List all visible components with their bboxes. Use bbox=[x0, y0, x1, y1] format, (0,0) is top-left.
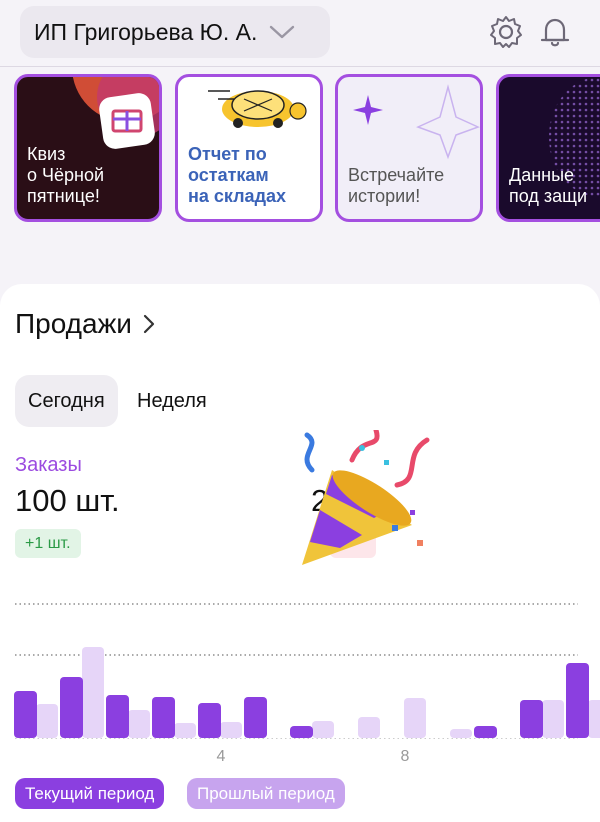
header-divider bbox=[0, 66, 600, 67]
party-popper-icon bbox=[302, 430, 430, 565]
bar-current-period bbox=[14, 691, 37, 738]
orders-delta-badge: +1 шт. bbox=[15, 529, 81, 558]
tab-today[interactable]: Сегодня bbox=[15, 375, 118, 427]
bar-previous-period bbox=[404, 698, 426, 738]
legend-previous-period[interactable]: Прошлый период bbox=[187, 778, 345, 809]
chevron-down-icon bbox=[269, 24, 295, 40]
stories-carousel: Квиз о Чёрной пятнице! Отчет по остаткам… bbox=[0, 74, 600, 224]
tab-week[interactable]: Неделя bbox=[124, 375, 220, 427]
story-stock-report[interactable]: Отчет по остаткам на складах bbox=[175, 74, 323, 222]
bar-current-period bbox=[152, 697, 175, 738]
gear-icon[interactable] bbox=[486, 12, 526, 52]
turtle-icon bbox=[208, 90, 307, 128]
legend-current-period[interactable]: Текущий период bbox=[15, 778, 165, 809]
bar-previous-period bbox=[220, 722, 242, 738]
app-header: ИП Григорьева Ю. А. bbox=[0, 0, 600, 66]
orders-value: 100 шт. bbox=[15, 483, 120, 518]
bar-current-period bbox=[290, 726, 313, 738]
bar-previous-period bbox=[450, 729, 472, 738]
bar-previous-period bbox=[358, 717, 380, 738]
bar-previous-period bbox=[312, 721, 334, 738]
x-tick-label: 4 bbox=[217, 748, 226, 765]
story-stock-report-label: Отчет по остаткам на складах bbox=[188, 144, 287, 206]
bar-previous-period bbox=[128, 710, 150, 738]
sparkle-icon bbox=[353, 84, 480, 160]
story-quiz-label: Квиз о Чёрной пятнице! bbox=[27, 144, 105, 206]
bar-previous-period bbox=[174, 723, 196, 738]
story-data-protection-label: Данные под защи bbox=[509, 165, 587, 206]
story-quiz[interactable]: Квиз о Чёрной пятнице! bbox=[14, 74, 162, 222]
x-tick-label: 8 bbox=[401, 748, 410, 765]
story-meet-stories-label: Встречайте истории! bbox=[348, 165, 445, 206]
bell-icon[interactable] bbox=[535, 12, 575, 52]
bar-previous-period bbox=[82, 647, 104, 738]
bar-current-period bbox=[198, 703, 221, 738]
bar-current-period bbox=[520, 700, 543, 738]
bar-previous-period bbox=[588, 700, 600, 738]
orders-label: Заказы bbox=[15, 454, 82, 476]
story-meet-stories[interactable]: Встречайте истории! bbox=[335, 74, 483, 222]
sales-title: Продажи bbox=[15, 308, 132, 339]
bar-current-period bbox=[244, 697, 267, 738]
bar-current-period bbox=[566, 663, 589, 738]
bar-current-period bbox=[60, 677, 83, 738]
account-selector[interactable]: ИП Григорьева Ю. А. bbox=[20, 6, 330, 58]
chevron-right-icon bbox=[142, 313, 156, 335]
bar-current-period bbox=[474, 726, 497, 738]
sales-card: Продажи Сегодня Неделя Заказы 100 шт. +1… bbox=[0, 284, 600, 822]
sales-bar-chart: 48 bbox=[14, 603, 600, 765]
bar-current-period bbox=[106, 695, 129, 738]
sales-title-link[interactable]: Продажи bbox=[15, 308, 156, 340]
story-data-protection[interactable]: Данные под защи bbox=[496, 74, 600, 222]
bar-previous-period bbox=[36, 704, 58, 738]
account-name: ИП Григорьева Ю. А. bbox=[34, 18, 258, 45]
bar-previous-period bbox=[542, 700, 564, 738]
